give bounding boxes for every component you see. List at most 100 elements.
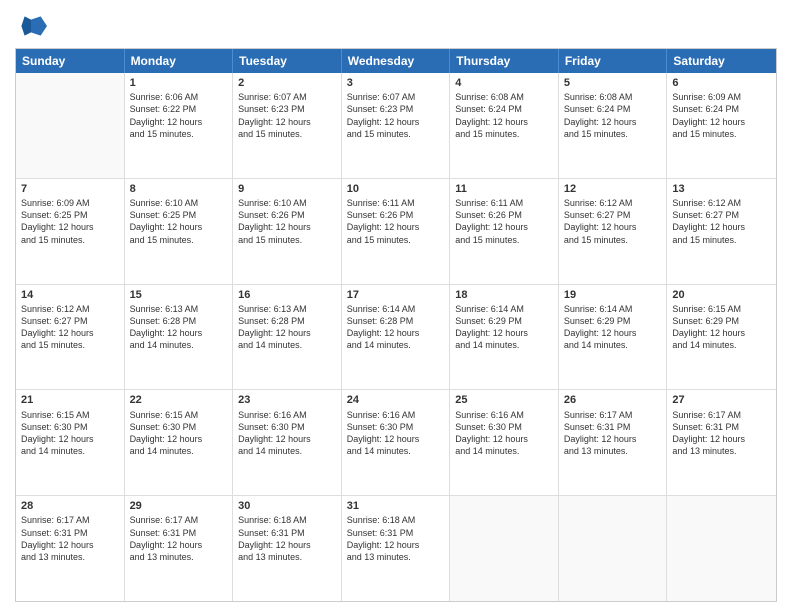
calendar-day-cell: 10Sunrise: 6:11 AMSunset: 6:26 PMDayligh… <box>342 179 451 284</box>
calendar-day-cell: 16Sunrise: 6:13 AMSunset: 6:28 PMDayligh… <box>233 285 342 390</box>
day-info: Sunrise: 6:18 AMSunset: 6:31 PMDaylight:… <box>238 514 336 563</box>
calendar-day-cell <box>16 73 125 178</box>
day-info: Sunrise: 6:09 AMSunset: 6:25 PMDaylight:… <box>21 197 119 246</box>
day-info: Sunrise: 6:11 AMSunset: 6:26 PMDaylight:… <box>455 197 553 246</box>
calendar-day-cell: 28Sunrise: 6:17 AMSunset: 6:31 PMDayligh… <box>16 496 125 601</box>
day-info: Sunrise: 6:16 AMSunset: 6:30 PMDaylight:… <box>347 409 445 458</box>
calendar-day-cell: 20Sunrise: 6:15 AMSunset: 6:29 PMDayligh… <box>667 285 776 390</box>
calendar-header-cell: Saturday <box>667 49 776 73</box>
day-info: Sunrise: 6:10 AMSunset: 6:26 PMDaylight:… <box>238 197 336 246</box>
day-number: 20 <box>672 288 771 302</box>
calendar-day-cell: 5Sunrise: 6:08 AMSunset: 6:24 PMDaylight… <box>559 73 668 178</box>
day-info: Sunrise: 6:12 AMSunset: 6:27 PMDaylight:… <box>564 197 662 246</box>
day-info: Sunrise: 6:06 AMSunset: 6:22 PMDaylight:… <box>130 91 228 140</box>
day-info: Sunrise: 6:15 AMSunset: 6:29 PMDaylight:… <box>672 303 771 352</box>
calendar-day-cell: 15Sunrise: 6:13 AMSunset: 6:28 PMDayligh… <box>125 285 234 390</box>
calendar-day-cell: 6Sunrise: 6:09 AMSunset: 6:24 PMDaylight… <box>667 73 776 178</box>
day-info: Sunrise: 6:13 AMSunset: 6:28 PMDaylight:… <box>238 303 336 352</box>
calendar-day-cell: 12Sunrise: 6:12 AMSunset: 6:27 PMDayligh… <box>559 179 668 284</box>
day-info: Sunrise: 6:08 AMSunset: 6:24 PMDaylight:… <box>455 91 553 140</box>
day-info: Sunrise: 6:07 AMSunset: 6:23 PMDaylight:… <box>347 91 445 140</box>
day-number: 24 <box>347 393 445 407</box>
day-info: Sunrise: 6:13 AMSunset: 6:28 PMDaylight:… <box>130 303 228 352</box>
logo-icon <box>15 10 47 42</box>
day-info: Sunrise: 6:11 AMSunset: 6:26 PMDaylight:… <box>347 197 445 246</box>
day-info: Sunrise: 6:16 AMSunset: 6:30 PMDaylight:… <box>238 409 336 458</box>
calendar-day-cell: 24 Sunrise: 6:16 AMSunset: 6:30 PMDayligh… <box>342 390 451 495</box>
day-info: Sunrise: 6:10 AMSunset: 6:25 PMDaylight:… <box>130 197 228 246</box>
calendar-day-cell: 26 Sunrise: 6:17 AMSunset: 6:31 PMDayligh… <box>559 390 668 495</box>
calendar-header-cell: Monday <box>125 49 234 73</box>
day-number: 15 <box>130 288 228 302</box>
calendar-week-row: 1Sunrise: 6:06 AMSunset: 6:22 PMDaylight… <box>16 73 776 179</box>
day-number: 6 <box>672 76 771 90</box>
calendar-week-row: 21 Sunrise: 6:15 AMSunset: 6:30 PMDayligh… <box>16 390 776 496</box>
day-number: 9 <box>238 182 336 196</box>
day-info: Sunrise: 6:15 AMSunset: 6:30 PMDaylight:… <box>130 409 228 458</box>
day-info: Sunrise: 6:14 AMSunset: 6:29 PMDaylight:… <box>455 303 553 352</box>
day-number: 22 <box>130 393 228 407</box>
day-number: 11 <box>455 182 553 196</box>
logo <box>15 10 51 42</box>
calendar-week-row: 28Sunrise: 6:17 AMSunset: 6:31 PMDayligh… <box>16 496 776 601</box>
calendar-day-cell: 3Sunrise: 6:07 AMSunset: 6:23 PMDaylight… <box>342 73 451 178</box>
day-number: 2 <box>238 76 336 90</box>
calendar-day-cell <box>450 496 559 601</box>
day-number: 4 <box>455 76 553 90</box>
day-info: Sunrise: 6:16 AMSunset: 6:30 PMDaylight:… <box>455 409 553 458</box>
calendar-day-cell: 29Sunrise: 6:17 AMSunset: 6:31 PMDayligh… <box>125 496 234 601</box>
calendar-day-cell: 31Sunrise: 6:18 AMSunset: 6:31 PMDayligh… <box>342 496 451 601</box>
calendar-week-row: 14Sunrise: 6:12 AMSunset: 6:27 PMDayligh… <box>16 285 776 391</box>
day-info: Sunrise: 6:08 AMSunset: 6:24 PMDaylight:… <box>564 91 662 140</box>
calendar-header-cell: Sunday <box>16 49 125 73</box>
calendar-day-cell: 11Sunrise: 6:11 AMSunset: 6:26 PMDayligh… <box>450 179 559 284</box>
day-info: Sunrise: 6:17 AMSunset: 6:31 PMDaylight:… <box>21 514 119 563</box>
day-number: 17 <box>347 288 445 302</box>
calendar-day-cell: 30Sunrise: 6:18 AMSunset: 6:31 PMDayligh… <box>233 496 342 601</box>
day-number: 14 <box>21 288 119 302</box>
calendar-day-cell: 4Sunrise: 6:08 AMSunset: 6:24 PMDaylight… <box>450 73 559 178</box>
day-number: 5 <box>564 76 662 90</box>
day-number: 12 <box>564 182 662 196</box>
day-info: Sunrise: 6:18 AMSunset: 6:31 PMDaylight:… <box>347 514 445 563</box>
calendar-day-cell: 22 Sunrise: 6:15 AMSunset: 6:30 PMDayligh… <box>125 390 234 495</box>
calendar-header-cell: Friday <box>559 49 668 73</box>
day-number: 30 <box>238 499 336 513</box>
day-number: 13 <box>672 182 771 196</box>
calendar-day-cell: 21 Sunrise: 6:15 AMSunset: 6:30 PMDayligh… <box>16 390 125 495</box>
day-number: 19 <box>564 288 662 302</box>
calendar-day-cell: 17Sunrise: 6:14 AMSunset: 6:28 PMDayligh… <box>342 285 451 390</box>
day-number: 26 <box>564 393 662 407</box>
day-number: 3 <box>347 76 445 90</box>
calendar-header-row: SundayMondayTuesdayWednesdayThursdayFrid… <box>16 49 776 73</box>
day-info: Sunrise: 6:17 AMSunset: 6:31 PMDaylight:… <box>564 409 662 458</box>
day-number: 25 <box>455 393 553 407</box>
calendar-header-cell: Wednesday <box>342 49 451 73</box>
day-number: 29 <box>130 499 228 513</box>
day-info: Sunrise: 6:15 AMSunset: 6:30 PMDaylight:… <box>21 409 119 458</box>
day-number: 1 <box>130 76 228 90</box>
calendar-header-cell: Tuesday <box>233 49 342 73</box>
calendar-body: 1Sunrise: 6:06 AMSunset: 6:22 PMDaylight… <box>16 73 776 601</box>
day-number: 10 <box>347 182 445 196</box>
calendar-day-cell: 27Sunrise: 6:17 AMSunset: 6:31 PMDayligh… <box>667 390 776 495</box>
day-number: 16 <box>238 288 336 302</box>
day-number: 18 <box>455 288 553 302</box>
calendar-day-cell: 23 Sunrise: 6:16 AMSunset: 6:30 PMDayligh… <box>233 390 342 495</box>
calendar-day-cell <box>667 496 776 601</box>
day-info: Sunrise: 6:17 AMSunset: 6:31 PMDaylight:… <box>130 514 228 563</box>
day-number: 23 <box>238 393 336 407</box>
calendar-day-cell <box>559 496 668 601</box>
day-info: Sunrise: 6:14 AMSunset: 6:29 PMDaylight:… <box>564 303 662 352</box>
day-number: 28 <box>21 499 119 513</box>
day-number: 21 <box>21 393 119 407</box>
day-info: Sunrise: 6:17 AMSunset: 6:31 PMDaylight:… <box>672 409 771 458</box>
day-info: Sunrise: 6:14 AMSunset: 6:28 PMDaylight:… <box>347 303 445 352</box>
page: SundayMondayTuesdayWednesdayThursdayFrid… <box>0 0 792 612</box>
calendar-day-cell: 7Sunrise: 6:09 AMSunset: 6:25 PMDaylight… <box>16 179 125 284</box>
calendar-day-cell: 25 Sunrise: 6:16 AMSunset: 6:30 PMDayligh… <box>450 390 559 495</box>
header <box>15 10 777 42</box>
calendar-day-cell: 2Sunrise: 6:07 AMSunset: 6:23 PMDaylight… <box>233 73 342 178</box>
calendar-day-cell: 9Sunrise: 6:10 AMSunset: 6:26 PMDaylight… <box>233 179 342 284</box>
day-info: Sunrise: 6:12 AMSunset: 6:27 PMDaylight:… <box>672 197 771 246</box>
